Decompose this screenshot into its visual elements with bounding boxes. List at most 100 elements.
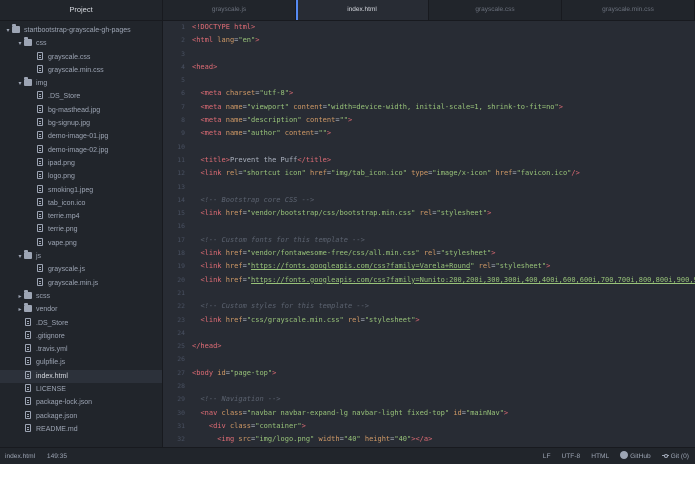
git-button[interactable]: Git (0): [661, 448, 689, 464]
tree-file[interactable]: vape.png: [0, 237, 162, 250]
code-token: "vendor/bootstrap/css/bootstrap.min.css": [246, 209, 416, 218]
tree-file[interactable]: index.html: [0, 369, 162, 384]
line-number: 4: [181, 62, 185, 71]
editor-tab[interactable]: index.html: [296, 0, 429, 20]
code-line: <link href="vendor/fontawesome-free/css/…: [192, 247, 695, 260]
tree-file[interactable]: tab_icon.ico: [0, 197, 162, 210]
code-token: "utf-8": [259, 89, 289, 98]
code-line: <body id="page-top">: [192, 367, 695, 380]
code-token: >: [503, 408, 509, 417]
tree-item-label: grayscale.js: [48, 266, 85, 274]
code-token: >: [558, 102, 563, 111]
tree-folder[interactable]: ▸ vendor: [0, 303, 162, 316]
tree-item-label: LICENSE: [36, 386, 66, 394]
tree-file[interactable]: LICENSE: [0, 383, 162, 396]
line-number: 2: [181, 36, 185, 45]
tree-folder[interactable]: ▾ startbootstrap-grayscale-gh-pages: [0, 24, 162, 37]
file-icon: [25, 370, 31, 379]
tree-file[interactable]: terrie.mp4: [0, 210, 162, 223]
code-line: <!-- Bootstrap core CSS -->: [192, 194, 695, 207]
code-token: >: [415, 315, 420, 324]
chevron-down-icon[interactable]: ▾: [16, 78, 24, 91]
file-icon: [25, 357, 31, 366]
code-token: "viewport": [246, 102, 289, 111]
tree-file[interactable]: demo-image-01.jpg: [0, 130, 162, 143]
code-token: content: [305, 116, 336, 125]
tree-file[interactable]: smoking1.jpeg: [0, 184, 162, 197]
tree-file[interactable]: gulpfile.js: [0, 356, 162, 369]
tree-file[interactable]: README.md: [0, 423, 162, 436]
tree-file[interactable]: terrie.png: [0, 223, 162, 236]
code-token: <title>: [200, 155, 230, 164]
code-token: href: [225, 262, 243, 271]
tree-file[interactable]: grayscale.min.js: [0, 277, 162, 290]
tree-item-label: .gitignore: [36, 332, 65, 340]
status-encoding[interactable]: UTF-8: [562, 448, 581, 464]
code-token: <head>: [192, 62, 218, 71]
tree-folder[interactable]: ▾ js: [0, 250, 162, 263]
code-area[interactable]: <!DOCTYPE html> <html lang="en"> <head> <m…: [192, 21, 695, 447]
line-number: 24: [177, 328, 185, 337]
code-editor[interactable]: 1 2 3 4 5 6 7 8 9 10 11 12 13 14 15 16 17 18 19 20 21 22 23 24 2…: [163, 21, 695, 447]
tree-file[interactable]: demo-image-02.jpg: [0, 144, 162, 157]
code-token: "stylesheet": [436, 209, 488, 218]
tree-file[interactable]: grayscale.min.css: [0, 64, 162, 77]
tree-file[interactable]: grayscale.css: [0, 51, 162, 64]
status-cursor-position[interactable]: 149:35: [47, 453, 67, 460]
tree-file[interactable]: ipad.png: [0, 157, 162, 170]
tree-file[interactable]: .travis.yml: [0, 343, 162, 356]
file-icon: [25, 344, 31, 353]
code-token: <!-- Navigation -->: [200, 395, 281, 404]
editor-tab[interactable]: grayscale.min.css: [562, 0, 695, 20]
chevron-right-icon[interactable]: ▸: [16, 291, 24, 304]
code-token: href: [225, 249, 243, 258]
chevron-down-icon[interactable]: ▾: [16, 38, 24, 51]
code-token: content: [284, 129, 315, 138]
tree-file[interactable]: .DS_Store: [0, 317, 162, 330]
tree-file[interactable]: package.json: [0, 410, 162, 423]
tree-file[interactable]: bg-signup.jpg: [0, 117, 162, 130]
line-number: 19: [177, 262, 185, 271]
tree-folder[interactable]: ▾ img: [0, 77, 162, 90]
tree-file[interactable]: grayscale.js: [0, 263, 162, 276]
tree-file[interactable]: .gitignore: [0, 330, 162, 343]
code-line: <meta name="viewport" content="width=dev…: [192, 101, 695, 114]
line-number: 16: [177, 222, 185, 231]
tree-folder[interactable]: ▾ css: [0, 37, 162, 50]
file-icon: [37, 91, 43, 100]
tree-file[interactable]: logo.png: [0, 170, 162, 183]
tree-file[interactable]: package-lock.json: [0, 396, 162, 409]
github-button[interactable]: GitHub: [620, 448, 651, 464]
line-number: 25: [177, 342, 185, 351]
status-line-ending[interactable]: LF: [543, 448, 551, 464]
tree-item-label: logo.png: [48, 173, 75, 181]
editor-tab[interactable]: grayscale.css: [429, 0, 562, 20]
tree-item-label: startbootstrap-grayscale-gh-pages: [24, 27, 131, 34]
code-token: name: [225, 102, 243, 111]
code-token: "en": [238, 36, 256, 45]
file-icon: [37, 184, 43, 193]
tree-item-label: demo-image-02.jpg: [48, 146, 109, 154]
tree-file[interactable]: .DS_Store: [0, 90, 162, 103]
tree-folder[interactable]: ▸ scss: [0, 289, 162, 304]
editor-tab[interactable]: grayscale.js: [163, 0, 296, 20]
chevron-right-icon[interactable]: ▸: [16, 304, 24, 317]
code-token: <!-- Bootstrap core CSS -->: [200, 195, 315, 204]
tree-file[interactable]: bg-masthead.jpg: [0, 104, 162, 117]
folder-icon: [12, 24, 20, 33]
github-icon: [620, 451, 629, 459]
line-number: 5: [181, 76, 185, 85]
status-grammar[interactable]: HTML: [591, 448, 609, 464]
code-token: <meta: [200, 116, 226, 125]
code-line: <!-- Custom styles for this template -->: [192, 300, 695, 313]
project-tree-panel: Project ▾ startbootstrap-grayscale-gh-pag…: [0, 0, 163, 447]
code-token: href: [225, 209, 243, 218]
chevron-down-icon[interactable]: ▾: [4, 25, 12, 38]
file-icon: [37, 171, 43, 180]
line-number: 13: [177, 182, 185, 191]
chevron-down-icon[interactable]: ▾: [16, 251, 24, 264]
status-file-name[interactable]: index.html: [5, 453, 35, 460]
code-token: lang: [217, 36, 235, 45]
file-icon: [37, 104, 43, 113]
file-icon: [37, 237, 43, 246]
